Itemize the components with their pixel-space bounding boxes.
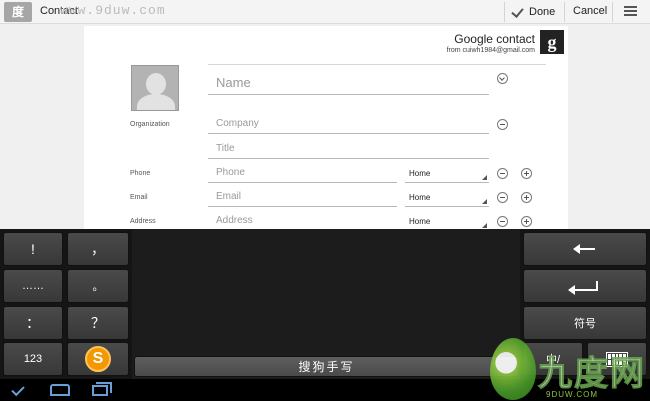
cancel-button[interactable]: Cancel xyxy=(573,5,607,17)
account-info: Google contact from cuiwh1984@gmail.com xyxy=(447,32,535,54)
add-phone-icon[interactable] xyxy=(521,168,532,179)
contact-photo[interactable] xyxy=(131,65,179,111)
address-type-value: Home xyxy=(409,217,431,226)
add-email-icon[interactable] xyxy=(521,192,532,203)
app-icon[interactable]: 度 xyxy=(4,2,32,22)
action-bar: 度 Contact www.9duw.com Done Cancel xyxy=(0,0,650,24)
key-exclamation[interactable]: ! xyxy=(3,232,63,266)
key-comma[interactable]: ， xyxy=(67,232,129,266)
address-label: Address xyxy=(130,218,156,225)
phone-type-select[interactable]: Home xyxy=(405,169,489,183)
divider xyxy=(504,2,505,22)
backspace-icon xyxy=(573,244,595,254)
key-ellipsis[interactable]: …… xyxy=(3,269,63,303)
backspace-key[interactable] xyxy=(523,232,647,266)
watermark-logo: 九度网 9DUW.COM xyxy=(486,338,650,401)
avatar-body xyxy=(137,94,175,110)
phone-field[interactable]: Phone xyxy=(208,167,397,183)
back-icon[interactable] xyxy=(11,382,25,397)
remove-address-icon[interactable] xyxy=(497,216,508,227)
sogou-logo-icon: S xyxy=(85,346,111,372)
sogou-button[interactable]: S xyxy=(67,342,129,376)
remove-organization-icon[interactable] xyxy=(497,119,508,130)
done-button[interactable]: Done xyxy=(512,4,555,20)
leaf-drop-icon xyxy=(490,338,536,400)
phone-type-value: Home xyxy=(409,169,431,178)
divider xyxy=(564,2,565,22)
dropdown-arrow-icon xyxy=(482,223,487,228)
check-icon xyxy=(512,6,524,18)
phone-label: Phone xyxy=(130,170,151,177)
divider xyxy=(612,2,613,22)
remove-email-icon[interactable] xyxy=(497,192,508,203)
symbol-key[interactable]: 符号 xyxy=(523,306,647,340)
account-email: from cuiwh1984@gmail.com xyxy=(446,47,535,54)
contact-editor-card: Google contact from cuiwh1984@gmail.com … xyxy=(84,26,568,231)
name-field[interactable]: Name xyxy=(208,71,489,95)
recent-apps-icon[interactable] xyxy=(92,382,112,396)
done-label: Done xyxy=(529,6,556,18)
home-icon[interactable] xyxy=(50,384,70,396)
overflow-menu-icon[interactable] xyxy=(624,6,637,18)
add-address-icon[interactable] xyxy=(521,216,532,227)
watermark-sub-text: 9DUW.COM xyxy=(546,390,598,399)
account-name: Google contact xyxy=(454,32,535,46)
title-field[interactable]: Title xyxy=(208,143,489,159)
dropdown-arrow-icon xyxy=(482,199,487,204)
email-type-select[interactable]: Home xyxy=(405,193,489,207)
key-123[interactable]: 123 xyxy=(3,342,63,376)
enter-key[interactable] xyxy=(523,269,647,303)
watermark-url: www.9duw.com xyxy=(60,3,166,18)
email-type-value: Home xyxy=(409,193,431,202)
organization-label: Organization xyxy=(130,121,170,128)
enter-icon xyxy=(568,281,598,295)
remove-phone-icon[interactable] xyxy=(497,168,508,179)
company-field[interactable]: Company xyxy=(208,118,489,134)
avatar-head xyxy=(146,73,166,95)
email-field[interactable]: Email xyxy=(208,191,397,207)
email-label: Email xyxy=(130,194,148,201)
key-colon[interactable]: ： xyxy=(3,306,63,340)
key-period[interactable]: 。 xyxy=(67,269,129,303)
key-question[interactable]: ？ xyxy=(67,306,129,340)
watermark-logo-text: 九度网 xyxy=(538,355,646,394)
divider xyxy=(208,64,546,65)
handwriting-mode-button[interactable]: 搜狗手写 xyxy=(134,356,519,377)
expand-name-icon[interactable] xyxy=(497,73,508,84)
google-logo-icon: g xyxy=(540,30,564,54)
dropdown-arrow-icon xyxy=(482,175,487,180)
